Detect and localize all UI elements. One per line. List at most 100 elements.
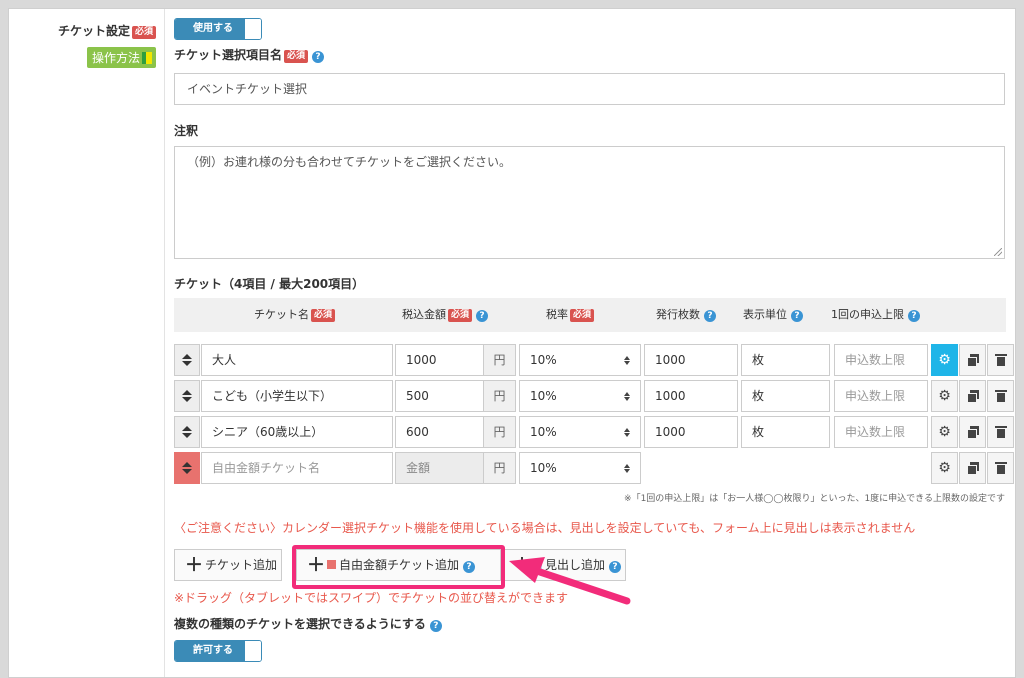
drag-handle-icon[interactable] <box>174 380 200 412</box>
table-row: 自由金額チケット名 金額 円 10% ⚙ <box>174 450 1014 486</box>
ticket-name-input[interactable]: こども（小学生以下） <box>201 380 393 412</box>
delete-button[interactable] <box>987 452 1014 484</box>
delete-button[interactable] <box>987 344 1014 376</box>
header-unit: 表示単位? <box>743 298 803 332</box>
trash-icon <box>994 462 1007 474</box>
ticket-table: チケット名 必須 税込金額 必須? 税率 必須 発行枚数? 表示単位? 1回の申込上限… <box>174 298 1014 486</box>
help-icon[interactable]: ? <box>476 310 489 322</box>
use-toggle[interactable]: 使用する <box>174 18 262 40</box>
ticket-name-input[interactable]: 自由金額チケット名 <box>201 452 393 484</box>
resize-grip-icon[interactable] <box>994 248 1002 256</box>
howto-button[interactable]: 操作方法 <box>86 47 156 68</box>
count-input[interactable]: 1000 <box>644 416 738 448</box>
howto-label: 操作方法 <box>91 51 140 65</box>
limit-input[interactable]: 申込数上限 <box>834 344 928 376</box>
duplicate-button[interactable] <box>959 452 986 484</box>
add-ticket-label: チケット追加 <box>205 558 278 572</box>
unit-input[interactable]: 枚 <box>741 416 830 448</box>
plus-icon: ＋ <box>513 555 531 576</box>
help-icon[interactable]: ? <box>609 561 622 573</box>
annotation-label: 注釈 <box>174 124 199 138</box>
currency-unit: 円 <box>483 380 516 412</box>
currency-unit: 円 <box>483 416 516 448</box>
ticket-setting-label: チケット設定 必須 <box>58 22 156 39</box>
delete-button[interactable] <box>987 380 1014 412</box>
drag-handle-icon[interactable] <box>174 344 200 376</box>
ticket-name-input[interactable]: シニア（60歳以上） <box>201 416 393 448</box>
required-badge: 必須 <box>570 309 595 322</box>
price-input[interactable]: 600 <box>395 416 484 448</box>
table-header: チケット名 必須 税込金額 必須? 税率 必須 発行枚数? 表示単位? 1回の申込上限… <box>174 298 1006 332</box>
table-row: こども（小学生以下） 500 円 10% 1000 枚 申込数上限 ⚙ <box>174 378 1014 414</box>
select-title-input[interactable]: イベントチケット選択 <box>174 73 1005 105</box>
header-limit: 1回の申込上限? <box>831 298 920 332</box>
count-input[interactable]: 1000 <box>644 344 738 376</box>
label-column: チケット設定 必須 操作方法 <box>9 9 165 677</box>
settings-gear-button[interactable]: ⚙ <box>931 380 958 412</box>
help-icon[interactable]: ? <box>429 620 442 632</box>
tax-select[interactable]: 10% <box>519 344 641 376</box>
unit-input[interactable]: 枚 <box>741 380 830 412</box>
add-heading-button[interactable]: ＋ 見出し追加? <box>502 549 626 581</box>
copy-icon <box>966 354 979 367</box>
select-title-label: チケット選択項目名 必須? <box>174 46 325 63</box>
toggle-knob <box>245 19 261 39</box>
duplicate-button[interactable] <box>959 416 986 448</box>
drag-note: ※ドラッグ（タブレットではスワイプ）でチケットの並び替えができます <box>174 591 569 605</box>
limit-note: ※「1回の申込上限」は「お一人様◯◯枚限り」といった、1度に申込できる上限数の設… <box>624 494 1005 504</box>
trash-icon <box>994 390 1007 402</box>
help-icon[interactable]: ? <box>312 51 325 63</box>
plus-icon: ＋ <box>185 555 203 576</box>
copy-icon <box>966 426 979 439</box>
trash-icon <box>994 426 1007 438</box>
duplicate-button[interactable] <box>959 344 986 376</box>
required-badge: 必須 <box>284 50 309 63</box>
limit-input[interactable]: 申込数上限 <box>834 416 928 448</box>
header-tax: 税率 必須 <box>546 298 595 332</box>
annotation-textarea[interactable]: （例）お連れ様の分も合わせてチケットをご選択ください。 <box>174 146 1005 259</box>
price-input: 金額 <box>395 452 484 484</box>
select-arrow-icon <box>624 392 630 401</box>
settings-gear-button[interactable]: ⚙ <box>931 344 958 376</box>
header-count: 発行枚数? <box>656 298 716 332</box>
toggle-knob <box>245 641 261 661</box>
table-row: 大人 1000 円 10% 1000 枚 申込数上限 ⚙ <box>174 342 1014 378</box>
add-ticket-button[interactable]: ＋チケット追加 <box>174 549 282 581</box>
help-icon[interactable]: ? <box>908 310 920 322</box>
price-input[interactable]: 1000 <box>395 344 484 376</box>
count-input[interactable]: 1000 <box>644 380 738 412</box>
unit-input[interactable]: 枚 <box>741 344 830 376</box>
header-name: チケット名 必須 <box>254 298 336 332</box>
multi-select-label: 複数の種類のチケットを選択できるようにする? <box>174 615 442 632</box>
delete-button[interactable] <box>987 416 1014 448</box>
duplicate-button[interactable] <box>959 380 986 412</box>
tax-select[interactable]: 10% <box>519 380 641 412</box>
table-row: シニア（60歳以上） 600 円 10% 1000 枚 申込数上限 ⚙ <box>174 414 1014 450</box>
copy-icon <box>966 462 979 475</box>
drag-handle-icon[interactable] <box>174 452 200 484</box>
settings-gear-button[interactable]: ⚙ <box>931 416 958 448</box>
gear-icon: ⚙ <box>938 460 951 476</box>
required-badge: 必須 <box>311 309 336 322</box>
settings-gear-button[interactable]: ⚙ <box>931 452 958 484</box>
help-icon[interactable]: ? <box>791 310 803 322</box>
calendar-warning: 〈ご注意ください〉カレンダー選択チケット機能を使用している場合は、見出しを設定し… <box>174 521 916 535</box>
help-icon[interactable]: ? <box>704 310 716 322</box>
gear-icon: ⚙ <box>938 424 951 440</box>
highlight-box <box>292 545 505 589</box>
add-heading-label: 見出し追加 <box>545 558 606 572</box>
price-input[interactable]: 500 <box>395 380 484 412</box>
beginner-mark-icon <box>142 52 152 64</box>
ticket-name-input[interactable]: 大人 <box>201 344 393 376</box>
blue-square-icon <box>533 560 542 569</box>
currency-unit: 円 <box>483 452 516 484</box>
tax-select[interactable]: 10% <box>519 452 641 484</box>
limit-input[interactable]: 申込数上限 <box>834 380 928 412</box>
select-arrow-icon <box>624 464 630 473</box>
select-arrow-icon <box>624 428 630 437</box>
tax-select[interactable]: 10% <box>519 416 641 448</box>
allow-toggle[interactable]: 許可する <box>174 640 262 662</box>
copy-icon <box>966 390 979 403</box>
gear-icon: ⚙ <box>938 352 951 368</box>
drag-handle-icon[interactable] <box>174 416 200 448</box>
